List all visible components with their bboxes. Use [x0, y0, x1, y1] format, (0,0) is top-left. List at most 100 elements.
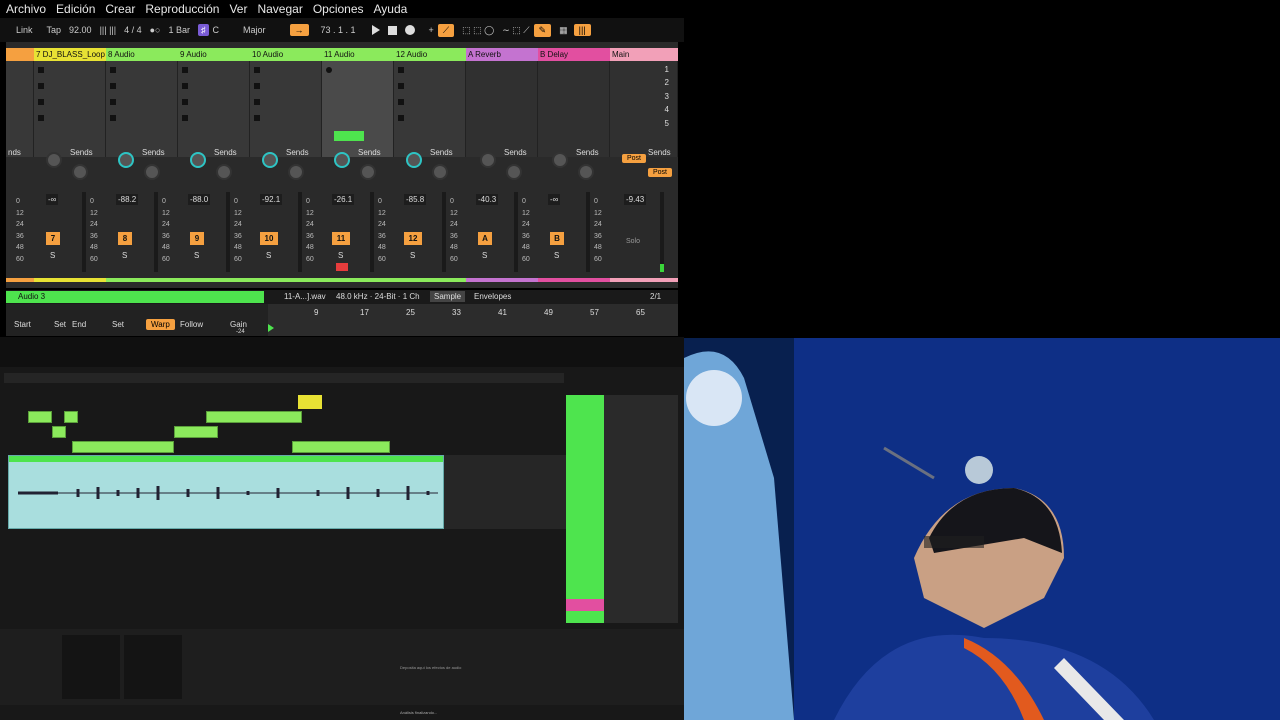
clip-block[interactable]	[64, 411, 78, 423]
volume-value[interactable]: -88.2	[116, 194, 139, 205]
clip-slot-stop[interactable]	[398, 83, 404, 89]
curve-icon[interactable]: ∼ ⬚ ⟋	[502, 25, 529, 36]
time-signature[interactable]: 4 / 4	[124, 25, 142, 35]
clip-column[interactable]	[6, 61, 34, 157]
track-header-reverb[interactable]: A Reverb	[466, 48, 538, 61]
track-activator[interactable]: 10	[260, 232, 278, 245]
clip-slot-stop[interactable]	[398, 99, 404, 105]
follow-icon[interactable]: ●○	[150, 25, 161, 35]
send-a-knob[interactable]	[262, 152, 278, 168]
post-button[interactable]: Post	[648, 168, 673, 177]
send-a-knob[interactable]	[118, 152, 134, 168]
clip-block[interactable]	[52, 426, 66, 438]
volume-value[interactable]: -∞	[548, 194, 561, 205]
send-a-knob[interactable]	[334, 152, 350, 168]
track-activator[interactable]: 8	[118, 232, 132, 245]
cpu-icon[interactable]: |||	[573, 24, 591, 36]
send-a-knob[interactable]	[406, 152, 422, 168]
send-a-knob[interactable]	[480, 152, 496, 168]
clip-column-selected[interactable]	[322, 61, 394, 157]
start-marker-icon[interactable]	[268, 324, 274, 332]
scale-select[interactable]: Major	[243, 25, 266, 35]
solo-button[interactable]: S	[482, 251, 487, 260]
scene-launch-1[interactable]: 1	[665, 65, 669, 74]
add-icon[interactable]: +	[429, 25, 434, 35]
clip-slot-stop[interactable]	[398, 67, 404, 73]
clip-slot-stop[interactable]	[182, 115, 188, 121]
clip-slot-stop[interactable]	[254, 83, 260, 89]
volume-value[interactable]: -88.0	[188, 194, 211, 205]
volume-value[interactable]: -40.3	[476, 194, 499, 205]
menu-archivo[interactable]: Archivo	[6, 2, 46, 16]
clip-block[interactable]	[28, 411, 52, 423]
view-icon[interactable]: ▦	[559, 25, 568, 36]
clip-slot-stop[interactable]	[110, 67, 116, 73]
send-a-knob[interactable]	[46, 152, 62, 168]
clip-column[interactable]	[394, 61, 466, 157]
solo-button[interactable]: S	[266, 251, 271, 260]
set-start-button[interactable]: Set	[54, 320, 66, 329]
tab-envelopes[interactable]: Envelopes	[474, 292, 511, 301]
clip-slot-stop[interactable]	[398, 115, 404, 121]
track-header-9[interactable]: 9 Audio	[178, 48, 250, 61]
volume-value[interactable]: -∞	[46, 194, 59, 205]
solo-button[interactable]: S	[122, 251, 127, 260]
track-header-8[interactable]: 8 Audio	[106, 48, 178, 61]
link-button[interactable]: Link	[16, 25, 33, 35]
track-header-12[interactable]: 12 Audio	[394, 48, 466, 61]
scene-launch-4[interactable]: 4	[665, 105, 669, 114]
clip-slot-stop[interactable]	[254, 115, 260, 121]
track-header-0[interactable]	[6, 48, 34, 61]
clip-name-field[interactable]: Audio 3	[6, 291, 264, 303]
clip-block[interactable]	[298, 395, 322, 409]
clip-column[interactable]	[178, 61, 250, 157]
send-b-knob[interactable]	[216, 164, 232, 180]
menu-opciones[interactable]: Opciones	[313, 2, 364, 16]
draw-mode-icon[interactable]: ✎	[533, 23, 552, 37]
gain-value[interactable]: -24	[236, 329, 245, 335]
send-b-knob[interactable]	[432, 164, 448, 180]
track-header-11[interactable]: 11 Audio	[322, 48, 394, 61]
send-a-knob[interactable]	[552, 152, 568, 168]
automation-icon[interactable]: ⟋	[437, 23, 455, 37]
clip-slot-stop[interactable]	[326, 67, 332, 73]
clip-zoom-field[interactable]: 2/1	[650, 292, 661, 301]
send-b-knob[interactable]	[578, 164, 594, 180]
volume-value[interactable]: -92.1	[260, 194, 283, 205]
position-field[interactable]: 73 . 1 . 1	[321, 25, 356, 35]
clip-column[interactable]	[466, 61, 538, 157]
solo-main-label[interactable]: Solo	[626, 238, 640, 245]
track-activator[interactable]: 11	[332, 232, 350, 245]
send-a-knob[interactable]	[190, 152, 206, 168]
clip-slot-stop[interactable]	[38, 67, 44, 73]
playing-clip[interactable]	[334, 131, 364, 141]
volume-value[interactable]: -9.43	[624, 194, 647, 205]
quantize-select[interactable]: 1 Bar	[168, 25, 190, 35]
clip-column[interactable]	[34, 61, 106, 157]
solo-button[interactable]: S	[338, 251, 343, 260]
key-select[interactable]: C	[213, 25, 220, 35]
warp-button[interactable]: Warp	[146, 319, 175, 330]
menu-navegar[interactable]: Navegar	[257, 2, 302, 16]
send-b-knob[interactable]	[72, 164, 88, 180]
track-activator[interactable]: 9	[190, 232, 204, 245]
metronome-icon[interactable]: ||| |||	[100, 25, 117, 35]
clip-slot-stop[interactable]	[38, 83, 44, 89]
device-panel[interactable]	[124, 635, 182, 699]
volume-value[interactable]: -26.1	[332, 194, 355, 205]
tab-sample[interactable]: Sample	[430, 291, 466, 302]
clip-column[interactable]	[250, 61, 322, 157]
clip-column[interactable]	[106, 61, 178, 157]
follow-button[interactable]: Follow	[180, 320, 203, 329]
loop-icon[interactable]: ⬚ ⬚ ◯	[462, 25, 494, 36]
stop-icon[interactable]	[387, 25, 397, 35]
record-icon[interactable]	[404, 25, 415, 35]
clip-slot-stop[interactable]	[38, 115, 44, 121]
track-activator[interactable]: 7	[46, 232, 60, 245]
clip-slot-stop[interactable]	[182, 83, 188, 89]
clip-slot-stop[interactable]	[254, 99, 260, 105]
track-activator[interactable]: 12	[404, 232, 422, 245]
return-track[interactable]	[566, 599, 604, 611]
arrangement-ruler[interactable]	[4, 373, 564, 383]
clip-slot-stop[interactable]	[110, 99, 116, 105]
